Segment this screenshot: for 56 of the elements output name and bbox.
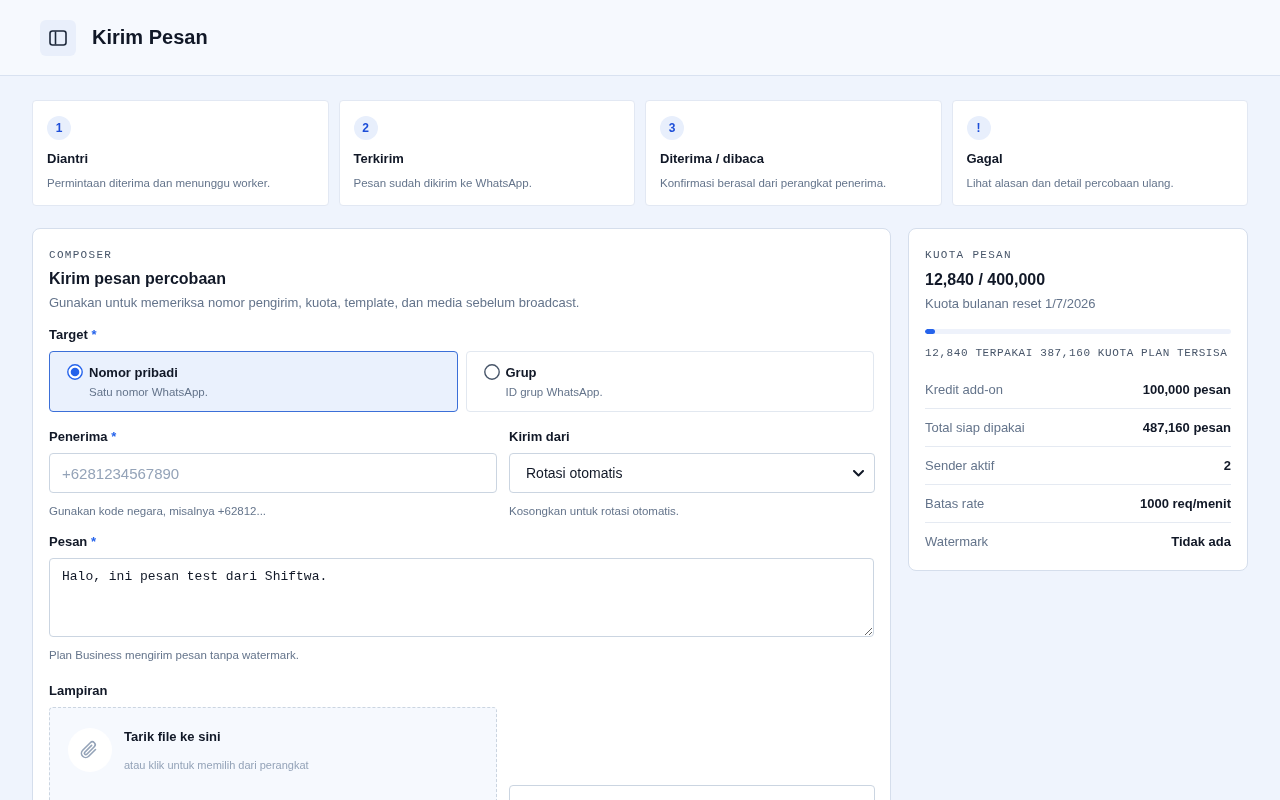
step-number-badge: ! <box>966 116 991 140</box>
recipient-field[interactable]: +6281234567890 <box>49 453 497 493</box>
step-title: Diterima / dibaca <box>660 151 765 166</box>
stat-label: Watermark <box>925 534 989 549</box>
stat-value: 487,160 pesan <box>1142 420 1231 435</box>
composer-description: Gunakan untuk memeriksa nomor pengirim, kuota, template, dan media sebelum broadcast. <box>49 295 580 310</box>
help-text: Plan Business mengirim pesan tanpa watermark. <box>49 649 299 661</box>
page-title: Kirim Pesan <box>92 26 208 49</box>
option-description: Satu nomor WhatsApp. <box>89 386 208 398</box>
stat-value: 100,000 pesan <box>1142 382 1231 397</box>
sidebar-toggle-button[interactable] <box>40 19 76 56</box>
paperclip-icon <box>68 728 112 772</box>
help-text: Gunakan kode negara, misalnya +62812... <box>49 505 267 517</box>
section-eyebrow: KUOTA PESAN <box>925 249 1012 261</box>
stat-value: Tidak ada <box>1171 534 1231 549</box>
option-title: Nomor pribadi <box>89 364 178 380</box>
step-title: Gagal <box>966 151 1003 166</box>
option-description: ID grup WhatsApp. <box>505 386 603 398</box>
radio-icon <box>483 364 500 380</box>
sidebar-icon <box>49 29 67 46</box>
dropzone-title: Tarik file ke sini <box>124 729 221 744</box>
step-description: Pesan sudah dikirim ke WhatsApp. <box>353 177 532 189</box>
field-label: Penerima * <box>49 429 117 444</box>
chevron-down-icon <box>853 469 864 477</box>
stat-label: Batas rate <box>925 496 985 511</box>
step-number-badge: 1 <box>47 116 71 140</box>
field-label: Pesan * <box>49 534 96 549</box>
target-option[interactable]: Nomor pribadi Satu nomor WhatsApp. <box>49 351 458 412</box>
target-option[interactable]: Grup ID grup WhatsApp. <box>465 351 874 412</box>
step-description: Permintaan diterima dan menunggu worker. <box>47 177 271 189</box>
stat-value: 1000 req/menit <box>1139 496 1231 511</box>
message-field[interactable]: Halo, ini pesan test dari Shiftwa. <box>49 558 874 637</box>
step-number-badge: 3 <box>660 116 684 140</box>
field-label: Lampiran <box>49 683 108 698</box>
stat-value: 2 <box>1223 458 1231 473</box>
composer-title: Kirim pesan percobaan <box>49 270 226 288</box>
step-description: Lihat alasan dan detail percobaan ulang. <box>966 177 1174 189</box>
step-number-badge: 2 <box>353 116 378 140</box>
quota-value: 12,840 / 400,000 <box>925 271 1046 289</box>
radio-icon <box>67 364 83 380</box>
field-label: Kirim dari <box>509 429 570 444</box>
quota-usage-text: 12,840 TERPAKAI 387,160 KUOTA PLAN TERSISA <box>925 347 1228 359</box>
option-title: Grup <box>505 364 537 380</box>
quota-reset-text: Kuota bulanan reset 1/7/2026 <box>925 296 1096 311</box>
stat-label: Sender aktif <box>925 458 995 473</box>
step-title: Diantri <box>47 151 89 166</box>
step-title: Terkirim <box>353 151 404 166</box>
dropzone-hint: atau klik untuk memilih dari perangkat <box>124 759 309 771</box>
step-description: Konfirmasi berasal dari perangkat penerima. <box>660 177 887 189</box>
field-label: Target * <box>49 327 97 342</box>
stat-label: Kredit add-on <box>925 382 1004 397</box>
file-dropzone[interactable]: Tarik file ke sini atau klik untuk memilih dari perangkat <box>49 707 497 800</box>
help-text: Kosongkan untuk rotasi otomatis. <box>509 505 680 517</box>
sender-select[interactable]: Rotasi otomatis <box>509 453 875 493</box>
stat-label: Total siap dipakai <box>925 420 1025 435</box>
section-eyebrow: COMPOSER <box>49 249 113 261</box>
